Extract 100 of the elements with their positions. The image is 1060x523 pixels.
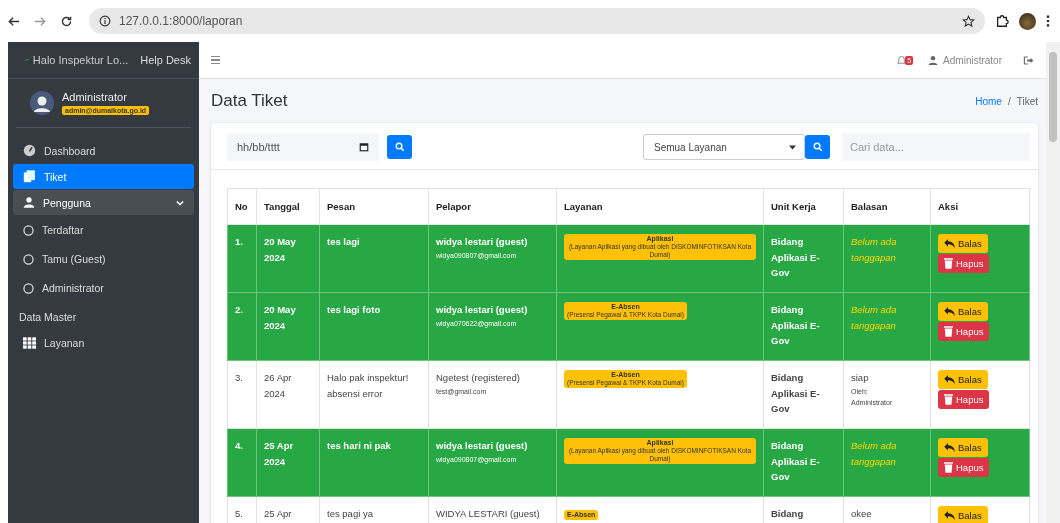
user-name[interactable]: Administrator: [62, 91, 127, 103]
sidebar-item[interactable]: Dashboard: [13, 138, 194, 163]
table-cell: Bidang Aplikasi E-Gov: [763, 292, 844, 361]
delete-button[interactable]: Hapus: [938, 390, 990, 409]
reply-arrow-icon: [944, 511, 955, 520]
table-cell: 3.: [227, 360, 257, 429]
back-icon[interactable]: [8, 15, 20, 27]
sidebar-item[interactable]: Administrator: [13, 274, 194, 302]
sidebar-item[interactable]: Pengguna: [13, 190, 194, 215]
table-cell: 20 May 2024: [256, 292, 320, 361]
caret-icon: [789, 144, 796, 150]
table-cell: 20 May 2024: [256, 224, 320, 293]
reply-text: okee: [851, 507, 873, 521]
search-button[interactable]: [387, 135, 412, 159]
table-cell: Halo pak inspektur! absensi error: [319, 360, 429, 429]
reply-text: Belum ada tanggapan: [851, 439, 898, 469]
reply-button[interactable]: Balas: [938, 234, 988, 253]
column-header: Pesan: [319, 188, 429, 225]
reply-button[interactable]: Balas: [938, 506, 988, 523]
date-field[interactable]: hh/bb/tttt: [227, 133, 379, 161]
reply-arrow-icon: [944, 307, 955, 316]
reporter-name: widya lestari (guest): [436, 235, 529, 249]
user-avatar: [30, 91, 54, 115]
table-cell: 1.: [227, 224, 257, 293]
table-cell: 26 Apr 2024: [256, 360, 320, 429]
profile-avatar[interactable]: [1019, 12, 1036, 30]
column-header: Pelapor: [428, 188, 557, 225]
trash-icon: [944, 462, 953, 473]
reply-arrow-icon: [944, 375, 955, 384]
reporter-name: Ngetest (registered): [436, 371, 521, 385]
reply-arrow-icon: [944, 239, 955, 248]
reply-button[interactable]: Balas: [938, 302, 988, 321]
user-icon: [928, 55, 939, 65]
delete-button[interactable]: Hapus: [938, 254, 990, 273]
bell-icon[interactable]: [896, 54, 908, 66]
trash-icon: [944, 394, 953, 405]
delete-button[interactable]: Hapus: [938, 458, 990, 477]
brand-name[interactable]: Halo Inspektur Lo...: [32, 54, 129, 66]
reply-button[interactable]: Balas: [938, 370, 988, 389]
breadcrumb-separator: /: [1007, 95, 1011, 107]
breadcrumb-current: Tiket: [1016, 95, 1038, 107]
service-dropdown[interactable]: Semua Layanan: [643, 134, 805, 160]
column-header: Aksi: [930, 188, 1030, 225]
forward-icon[interactable]: [34, 15, 46, 27]
reply-text: Belum ada tanggapan: [851, 235, 898, 265]
column-header: Tanggal: [256, 188, 320, 225]
documents-icon: [23, 170, 36, 183]
grid-icon: [23, 336, 36, 349]
trash-icon: [944, 326, 953, 337]
table-cell: 25 Apr 2024: [256, 428, 320, 497]
table-cell: Bidang Aplikasi E-Gov: [763, 224, 844, 293]
url-text: 127.0.0.1:8000/laporan: [119, 14, 244, 28]
column-header: No: [227, 188, 257, 225]
menu-icon[interactable]: [1046, 14, 1050, 28]
reporter-name: widya lestari (guest): [436, 439, 529, 453]
reload-icon[interactable]: [60, 14, 73, 28]
brand-subtitle: Help Desk: [140, 54, 191, 66]
star-icon[interactable]: [962, 14, 975, 28]
gauge-icon: [23, 144, 36, 157]
circle-icon: [23, 224, 34, 236]
reply-button[interactable]: Balas: [938, 438, 988, 457]
puzzle-icon[interactable]: [995, 14, 1009, 28]
circle-icon: [23, 282, 34, 294]
info-icon: [99, 15, 111, 27]
table-cell: Bidang Aplikasi E-Gov: [763, 360, 844, 429]
menu-header: Data Master: [18, 310, 78, 325]
reply-text: Belum ada tanggapan: [851, 303, 898, 333]
address-bar[interactable]: 127.0.0.1:8000/laporan: [89, 8, 985, 34]
scrollbar-thumb[interactable]: [1049, 52, 1057, 142]
table-cell: tes lagi foto: [319, 292, 429, 361]
search-button[interactable]: [805, 135, 830, 159]
menu-toggle-icon[interactable]: [211, 55, 220, 65]
sidebar-item[interactable]: Tiket: [13, 164, 194, 189]
sidebar-item[interactable]: Terdaftar: [13, 216, 194, 244]
table-cell: 2.: [227, 292, 257, 361]
page-title: Data Tiket: [211, 91, 288, 111]
chevron-down-icon: [176, 199, 184, 206]
column-header: Balasan: [843, 188, 931, 225]
breadcrumb-link[interactable]: Home: [975, 95, 1002, 107]
reporter-name: widya lestari (guest): [436, 303, 529, 317]
table-cell: 5.: [227, 496, 257, 523]
reply-arrow-icon: [944, 443, 955, 452]
logout-icon[interactable]: [1023, 54, 1034, 66]
search-field[interactable]: Cari data...: [842, 133, 1030, 161]
circle-icon: [23, 253, 34, 265]
user-icon: [23, 196, 35, 209]
table-cell: Bidang Aplikasi E-Gov: [763, 428, 844, 497]
delete-button[interactable]: Hapus: [938, 322, 990, 341]
table-cell: tes hari ni pak: [319, 428, 429, 497]
user-menu[interactable]: Administrator: [943, 54, 1002, 66]
reporter-name: WIDYA LESTARI (guest): [436, 507, 541, 521]
sidebar-item[interactable]: Layanan: [13, 330, 194, 355]
column-header: Unit Kerja: [763, 188, 844, 225]
column-header: Layanan: [556, 188, 764, 225]
search-icon: [812, 142, 823, 152]
search-icon: [394, 142, 405, 152]
calendar-icon[interactable]: [359, 142, 369, 152]
sidebar-item[interactable]: Tamu (Guest): [13, 245, 194, 273]
trash-icon: [944, 258, 953, 269]
table-cell: tes lagi: [319, 224, 429, 293]
